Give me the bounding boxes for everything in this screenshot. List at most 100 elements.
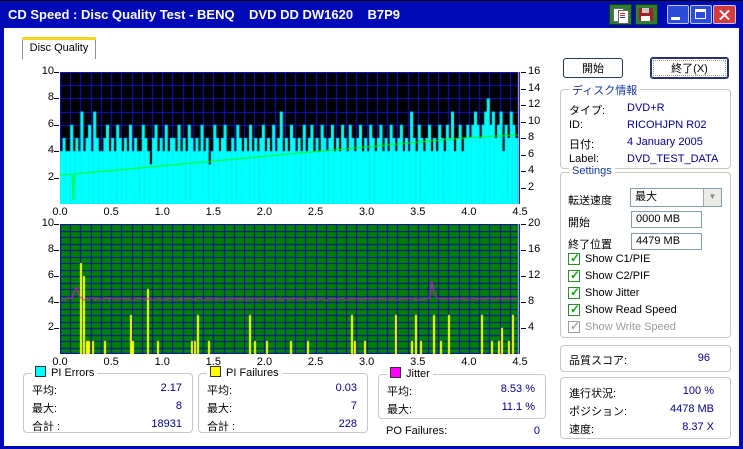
pi-failures-avg-label: 平均: (207, 385, 233, 397)
pi-failures-total-label: 合計 : (207, 421, 236, 433)
minimize-icon (671, 17, 680, 20)
axis-tick-label: 3.0 (359, 356, 375, 368)
minimize-button[interactable] (667, 5, 689, 24)
disc-id-value: RICOHJPN R02 (627, 119, 707, 131)
axis-tick (54, 328, 59, 329)
axis-tick-label: 0.5 (103, 206, 119, 218)
axis-tick-label: 2 (528, 180, 535, 193)
jitter-max-label: 最大: (387, 404, 413, 416)
tab-disc-quality[interactable]: Disc Quality (22, 37, 96, 59)
axis-tick-label: 10 (528, 114, 541, 127)
disc-info-caption: ディスク情報 (569, 82, 641, 98)
disc-id-label: ID: (569, 119, 584, 131)
pi-errors-avg-label: 平均: (32, 385, 58, 397)
po-failures-row: PO Failures: 0 (386, 425, 540, 440)
axis-tick (54, 177, 59, 179)
save-button[interactable] (635, 4, 658, 25)
axis-tick (54, 276, 59, 277)
axis-tick-label: 10 (41, 65, 54, 77)
axis-tick-label: 6 (528, 147, 535, 160)
jitter-group: Jitter 平均: 8.53 % 最大: 11.1 % (378, 367, 546, 419)
close-button[interactable] (713, 5, 736, 24)
tab-label: Disc Quality (29, 42, 89, 54)
axis-tick-label: 20 (528, 217, 541, 229)
axis-tick (521, 276, 526, 277)
pi-errors-total-value: 18931 (151, 418, 182, 430)
pi-errors-group: PI Errors 平均: 2.17 最大: 8 合計 : 18931 (23, 366, 193, 433)
disc-date-value: 4 January 2005 (627, 136, 703, 148)
axis-tick-label: 6 (47, 269, 54, 281)
axis-tick-label: 8 (528, 131, 535, 143)
disc-label-label: Label: (569, 153, 599, 165)
pi-errors-max-label: 最大: (32, 403, 58, 415)
exit-button[interactable]: 終了(X) (650, 57, 729, 79)
axis-tick (521, 88, 526, 90)
checkbox-icon (568, 302, 580, 316)
axis-tick (54, 151, 59, 153)
disc-date-label: 日付: (569, 139, 595, 151)
axis-tick (521, 250, 526, 251)
axis-tick-label: 2 (47, 321, 54, 333)
axis-tick-label: 10 (41, 217, 54, 229)
pi-errors-max-value: 8 (175, 400, 182, 412)
progress-group: 進行状況: 100 % ポジション: 4478 MB 速度: 8.37 X (560, 377, 731, 439)
axis-tick (521, 138, 526, 139)
po-failures-value: 0 (533, 425, 540, 437)
axis-tick-label: 2 (47, 170, 54, 183)
axis-tick (521, 224, 526, 225)
axis-tick (54, 124, 59, 126)
end-position-label: 終了位置 (568, 239, 612, 251)
quality-score-value: 96 (697, 352, 710, 364)
axis-tick (521, 171, 526, 172)
start-button[interactable]: 開始 (563, 58, 623, 78)
axis-tick (521, 105, 526, 106)
maximize-button[interactable] (690, 5, 712, 24)
pi-failures-total-value: 228 (338, 418, 357, 430)
axis-tick-label: 4.5 (512, 356, 528, 368)
checkbox-icon (568, 285, 580, 299)
app-window: CD Speed : Disc Quality Test - BENQ DVD … (0, 0, 743, 449)
title-bar[interactable]: CD Speed : Disc Quality Test - BENQ DVD … (0, 1, 743, 28)
axis-tick (521, 72, 526, 73)
floppy-disk-icon (639, 8, 653, 21)
quality-score-group: 品質スコア: 96 (560, 345, 731, 372)
axis-tick (54, 72, 59, 73)
axis-tick-label: 2.5 (307, 206, 324, 218)
axis-tick-label: 4.0 (461, 206, 477, 218)
axis-tick-label: 4.0 (461, 356, 477, 368)
checkbox-icon (568, 268, 580, 282)
transfer-speed-value: 最大 (635, 191, 657, 203)
jitter-avg-value: 8.53 % (500, 383, 535, 395)
jitter-avg-label: 平均: (387, 386, 413, 398)
axis-tick-label: 16 (528, 65, 541, 77)
axis-tick-label: 6 (47, 117, 54, 130)
start-position-input[interactable]: 0000 MB (631, 211, 702, 228)
disc-type-value: DVD+R (627, 102, 665, 114)
progress-label: 進行状況: (569, 388, 617, 400)
pi-failures-caption: PI Failures (207, 366, 282, 379)
pi-errors-swatch-icon (35, 366, 46, 377)
axis-tick (521, 302, 526, 303)
settings-caption: Settings (569, 165, 615, 177)
quality-score-label: 品質スコア: (569, 355, 628, 367)
axis-tick-label: 12 (528, 98, 541, 110)
axis-tick-label: 4 (528, 321, 535, 333)
axis-tick (521, 187, 526, 189)
pi-errors-avg-value: 2.17 (160, 382, 182, 394)
disc-type-label: タイプ: (569, 105, 606, 117)
chevron-down-icon[interactable]: ▼ (703, 189, 721, 206)
axis-tick-label: 3.5 (410, 206, 426, 218)
window-title: CD Speed : Disc Quality Test - BENQ DVD … (8, 7, 401, 22)
pi-failures-max-value: 7 (350, 400, 357, 412)
axis-tick-label: 14 (528, 81, 541, 94)
checkbox-icon (568, 251, 580, 265)
transfer-speed-select[interactable]: 最大 ▼ (630, 188, 722, 207)
axis-tick (521, 154, 526, 156)
axis-tick (521, 328, 526, 329)
end-position-input[interactable]: 4479 MB (631, 233, 702, 250)
copy-to-clipboard-button[interactable] (609, 4, 632, 25)
axis-tick (54, 250, 59, 251)
checkbox-icon (568, 319, 580, 333)
disc-info-group: ディスク情報 タイプ: DVD+R ID: RICOHJPN R02 日付: 4 Ja… (560, 82, 731, 169)
pi-errors-total-label: 合計 : (32, 421, 61, 433)
